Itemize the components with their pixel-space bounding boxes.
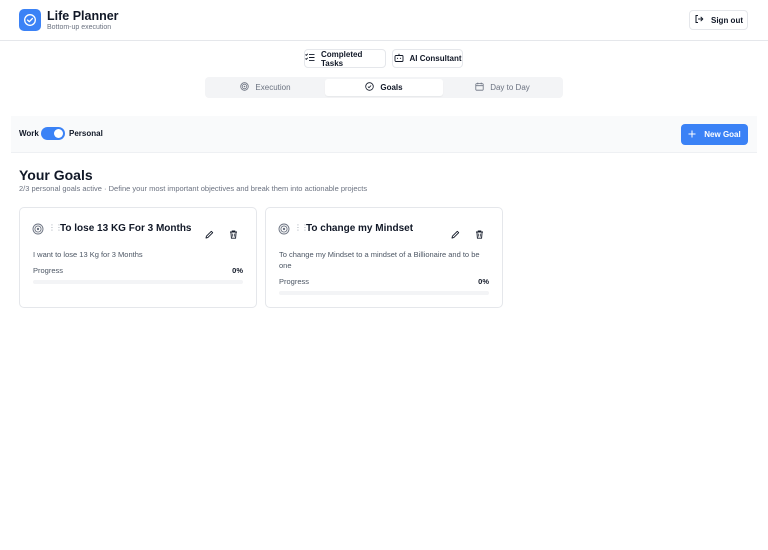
completed-tasks-button[interactable]: Completed Tasks — [304, 49, 386, 68]
bot-icon — [394, 53, 404, 64]
goal-description: I want to lose 13 Kg for 3 Months — [33, 250, 143, 259]
tab-goals-label: Goals — [380, 83, 403, 92]
personal-mode-label: Personal — [69, 129, 103, 138]
ai-consultant-label: AI Consultant — [409, 54, 462, 63]
goal-title: To change my Mindset — [306, 223, 414, 234]
view-tabs: Execution Goals Day to Day — [205, 77, 563, 98]
sign-out-button[interactable]: Sign out — [689, 10, 748, 30]
target-icon — [278, 222, 290, 240]
list-check-icon — [305, 53, 315, 64]
work-mode-label: Work — [19, 129, 39, 138]
plus-icon — [688, 130, 696, 140]
progress-value: 0% — [478, 277, 489, 286]
logo-check-icon — [19, 9, 41, 31]
sign-out-label: Sign out — [711, 15, 743, 25]
progress-label: Progress — [279, 277, 310, 286]
progress-label: Progress — [33, 266, 64, 275]
goal-description: To change my Mindset to a mindset of a B… — [279, 250, 480, 270]
edit-pencil-icon[interactable] — [451, 226, 460, 244]
app-title: Life Planner — [47, 9, 119, 23]
target-icon — [240, 82, 250, 93]
tab-goals[interactable]: Goals — [325, 79, 443, 96]
goals-section-subtitle: 2/3 personal goals active · Define your … — [19, 184, 368, 193]
progress-bar — [33, 280, 243, 284]
tab-day-to-day-label: Day to Day — [490, 83, 530, 92]
progress-value: 0% — [232, 266, 243, 275]
completed-tasks-label: Completed Tasks — [321, 49, 363, 68]
tab-execution-label: Execution — [255, 83, 291, 92]
app-subtitle: Bottom-up execution — [47, 24, 112, 31]
app-header: Life Planner Bottom-up execution Sign ou… — [0, 0, 768, 41]
progress-bar — [279, 291, 489, 295]
goal-title: To lose 13 KG For 3 Months — [60, 223, 192, 234]
delete-trash-icon[interactable] — [475, 226, 484, 244]
toggle-knob — [54, 129, 63, 138]
check-circle-icon — [365, 82, 375, 93]
calendar-icon — [475, 82, 484, 93]
goal-card[interactable]: ⋮⋮ To change my Mindset To change my Min… — [265, 207, 503, 308]
goals-toolbar — [11, 116, 757, 153]
new-goal-button[interactable]: New Goal — [681, 124, 748, 145]
new-goal-label: New Goal — [704, 130, 741, 139]
delete-trash-icon[interactable] — [229, 226, 238, 244]
ai-consultant-button[interactable]: AI Consultant — [392, 49, 463, 68]
edit-pencil-icon[interactable] — [205, 226, 214, 244]
tab-execution[interactable]: Execution — [207, 79, 324, 96]
work-personal-toggle[interactable] — [41, 127, 65, 140]
target-icon — [32, 222, 44, 240]
goals-section-title: Your Goals — [19, 167, 93, 183]
goal-card[interactable]: ⋮⋮ To lose 13 KG For 3 Months I want to … — [19, 207, 257, 308]
sign-out-icon — [694, 14, 704, 26]
tab-day-to-day[interactable]: Day to Day — [444, 79, 561, 96]
